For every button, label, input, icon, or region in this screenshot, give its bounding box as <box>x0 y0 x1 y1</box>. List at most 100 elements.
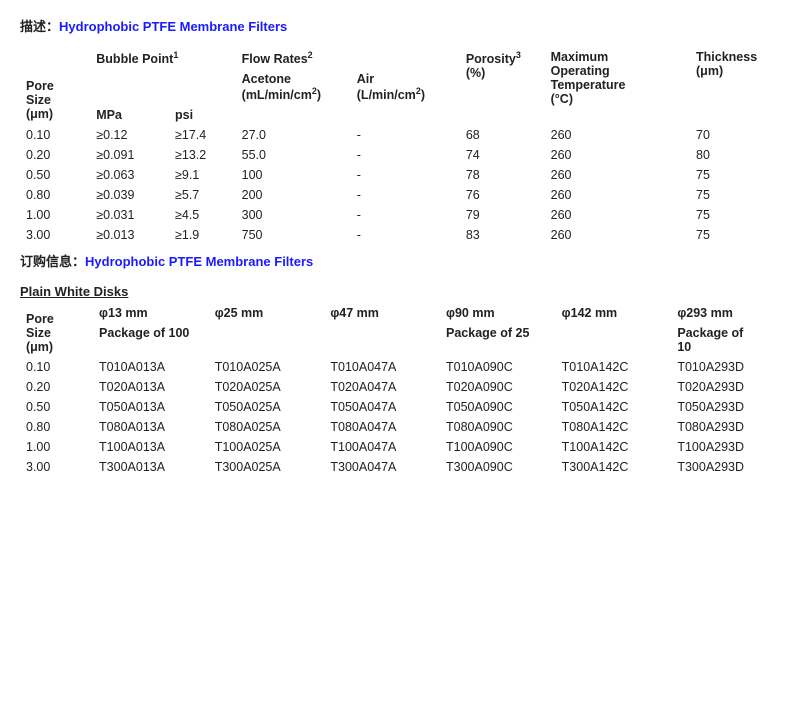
cell-pore-size: 3.00 <box>20 225 90 245</box>
disk-cell-phi25: T300A025A <box>209 457 325 477</box>
header-acetone: Acetone(mL/min/cm2) <box>236 69 351 105</box>
disk-table-row: 0.20T020A013AT020A025AT020A047AT020A090C… <box>20 377 787 397</box>
disk-cell-phi293: T300A293D <box>671 457 787 477</box>
cell-air: - <box>351 145 460 165</box>
cell-psi: ≥5.7 <box>169 185 236 205</box>
disk-cell-phi90: T050A090C <box>440 397 556 417</box>
disk-cell-phi90: T020A090C <box>440 377 556 397</box>
cell-psi: ≥17.4 <box>169 125 236 145</box>
description-line: 描述：Hydrophobic PTFE Membrane Filters <box>20 16 787 35</box>
cell-acetone: 200 <box>236 185 351 205</box>
cell-mpa: ≥0.12 <box>90 125 169 145</box>
disk-cell-phi142: T300A142C <box>556 457 672 477</box>
table-row: 0.50≥0.063≥9.1100-7826075 <box>20 165 787 185</box>
cell-porosity: 76 <box>460 185 545 205</box>
cell-porosity: 79 <box>460 205 545 225</box>
disk-header-phi13: φ13 mm <box>93 303 209 323</box>
cell-air: - <box>351 205 460 225</box>
cell-acetone: 55.0 <box>236 145 351 165</box>
plain-white-title: Plain White Disks <box>20 284 787 299</box>
disk-cell-phi25: T100A025A <box>209 437 325 457</box>
cell-thickness: 70 <box>690 125 787 145</box>
cell-psi: ≥9.1 <box>169 165 236 185</box>
header-air-empty <box>351 105 460 125</box>
disk-subheader-phi293: Package of10 <box>671 323 787 357</box>
cell-psi: ≥13.2 <box>169 145 236 165</box>
disk-cell-phi142: T020A142C <box>556 377 672 397</box>
disk-header-phi47: φ47 mm <box>324 303 440 323</box>
cell-max-temp: 260 <box>545 125 690 145</box>
header-max-temp: MaximumOperatingTemperature(°C) <box>545 47 690 125</box>
order-info-text: Hydrophobic PTFE Membrane Filters <box>85 254 313 269</box>
cell-porosity: 68 <box>460 125 545 145</box>
header-thickness: Thickness(μm) <box>690 47 787 125</box>
disk-cell-phi293: T020A293D <box>671 377 787 397</box>
cell-pore-size: 0.10 <box>20 125 90 145</box>
cell-pore-size: 1.00 <box>20 205 90 225</box>
cell-acetone: 750 <box>236 225 351 245</box>
disk-header-phi25: φ25 mm <box>209 303 325 323</box>
disk-cell-phi47: T300A047A <box>324 457 440 477</box>
cell-porosity: 74 <box>460 145 545 165</box>
disk-cell-phi47: T100A047A <box>324 437 440 457</box>
disk-cell-pore: 0.10 <box>20 357 93 377</box>
cell-mpa: ≥0.091 <box>90 145 169 165</box>
disk-table-row: 0.10T010A013AT010A025AT010A047AT010A090C… <box>20 357 787 377</box>
cell-thickness: 75 <box>690 205 787 225</box>
cell-max-temp: 260 <box>545 205 690 225</box>
disk-cell-phi13: T050A013A <box>93 397 209 417</box>
disk-cell-phi47: T050A047A <box>324 397 440 417</box>
cell-mpa: ≥0.063 <box>90 165 169 185</box>
disk-header-phi90: φ90 mm <box>440 303 556 323</box>
disk-cell-phi13: T010A013A <box>93 357 209 377</box>
disk-cell-phi25: T050A025A <box>209 397 325 417</box>
cell-air: - <box>351 165 460 185</box>
cell-thickness: 75 <box>690 225 787 245</box>
table-row: 0.80≥0.039≥5.7200-7626075 <box>20 185 787 205</box>
disk-table-row: 0.50T050A013AT050A025AT050A047AT050A090C… <box>20 397 787 417</box>
cell-pore-size: 0.50 <box>20 165 90 185</box>
disk-cell-phi25: T010A025A <box>209 357 325 377</box>
table-row: 0.20≥0.091≥13.255.0-7426080 <box>20 145 787 165</box>
disk-header-pore: PoreSize(μm) <box>20 303 93 357</box>
disk-cell-phi47: T080A047A <box>324 417 440 437</box>
disk-table: PoreSize(μm) φ13 mm φ25 mm φ47 mm φ90 mm… <box>20 303 787 477</box>
cell-thickness: 75 <box>690 165 787 185</box>
description-prefix: 描述： <box>20 19 59 34</box>
disk-cell-phi142: T010A142C <box>556 357 672 377</box>
disk-cell-phi13: T080A013A <box>93 417 209 437</box>
disk-cell-pore: 0.20 <box>20 377 93 397</box>
disk-cell-phi293: T050A293D <box>671 397 787 417</box>
disk-cell-pore: 3.00 <box>20 457 93 477</box>
disk-cell-pore: 0.80 <box>20 417 93 437</box>
header-acetone-empty <box>236 105 351 125</box>
header-flow-rates: Flow Rates2 <box>236 47 460 69</box>
cell-max-temp: 260 <box>545 145 690 165</box>
disk-header-phi293: φ293 mm <box>671 303 787 323</box>
properties-table: PoreSize(μm) Bubble Point1 Flow Rates2 P… <box>20 47 787 245</box>
disk-subheader-phi13: Package of 100 <box>93 323 440 357</box>
header-porosity: Porosity3(%) <box>460 47 545 105</box>
header-mpa-label: MPa <box>90 105 169 125</box>
cell-mpa: ≥0.039 <box>90 185 169 205</box>
disk-cell-phi13: T300A013A <box>93 457 209 477</box>
disk-header-phi142: φ142 mm <box>556 303 672 323</box>
disk-table-row: 0.80T080A013AT080A025AT080A047AT080A090C… <box>20 417 787 437</box>
disk-cell-phi142: T100A142C <box>556 437 672 457</box>
disk-cell-phi13: T100A013A <box>93 437 209 457</box>
cell-max-temp: 260 <box>545 225 690 245</box>
disk-subheader-phi90: Package of 25 <box>440 323 671 357</box>
disk-cell-phi47: T020A047A <box>324 377 440 397</box>
cell-air: - <box>351 225 460 245</box>
disk-cell-phi293: T080A293D <box>671 417 787 437</box>
table-row: 1.00≥0.031≥4.5300-7926075 <box>20 205 787 225</box>
cell-porosity: 78 <box>460 165 545 185</box>
cell-porosity: 83 <box>460 225 545 245</box>
cell-pore-size: 0.80 <box>20 185 90 205</box>
disk-cell-phi90: T300A090C <box>440 457 556 477</box>
disk-cell-phi47: T010A047A <box>324 357 440 377</box>
disk-table-row: 3.00T300A013AT300A025AT300A047AT300A090C… <box>20 457 787 477</box>
header-pore-size: PoreSize(μm) <box>20 47 90 125</box>
cell-acetone: 300 <box>236 205 351 225</box>
header-air: Air(L/min/cm2) <box>351 69 460 105</box>
